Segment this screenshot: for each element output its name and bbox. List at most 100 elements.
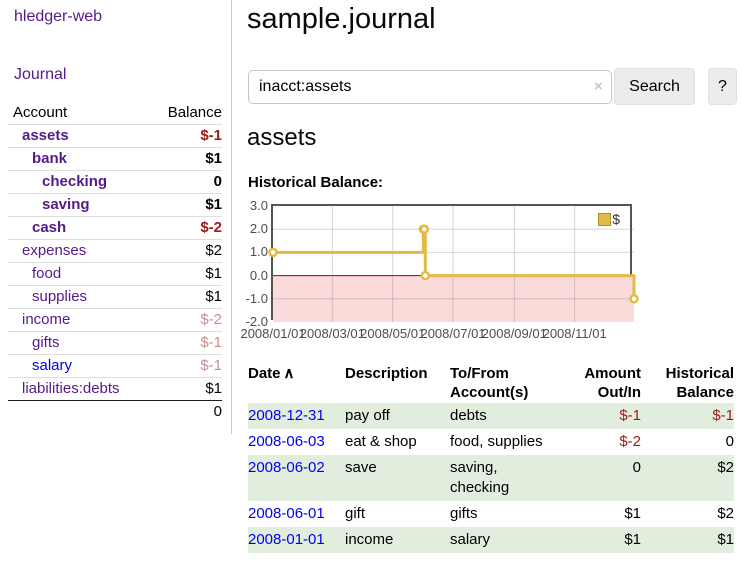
account-row: food $1 xyxy=(8,263,222,286)
account-row: saving $1 xyxy=(8,194,222,217)
search-form: × Search ? xyxy=(248,68,738,106)
account-row: liabilities:debts $1 xyxy=(8,378,222,401)
transaction-description: eat & shop xyxy=(345,429,450,455)
clear-search-icon[interactable]: × xyxy=(594,78,603,96)
transaction-date-link[interactable]: 2008-12-31 xyxy=(248,407,325,424)
account-link-checking[interactable]: checking xyxy=(42,173,107,190)
transaction-row: 2008-01-01 income salary $1 $1 xyxy=(248,527,734,553)
account-balance: $-2 xyxy=(148,217,222,240)
account-link-liabilities-debts[interactable]: liabilities:debts xyxy=(22,380,120,397)
nav-journal-link[interactable]: Journal xyxy=(14,66,66,84)
account-row: cash $-2 xyxy=(8,217,222,240)
register-header-balance: Historical Balance xyxy=(641,363,734,403)
transaction-row: 2008-06-02 save saving, checking 0 $2 xyxy=(248,455,734,501)
header-date-label: Date xyxy=(248,365,281,382)
transaction-balance: $2 xyxy=(641,455,734,501)
register-header-accounts: To/From Account(s) xyxy=(450,363,560,403)
account-balance: 0 xyxy=(148,171,222,194)
account-balance: $2 xyxy=(148,240,222,263)
transaction-accounts: salary xyxy=(450,527,560,553)
account-balance: $1 xyxy=(148,286,222,309)
account-row: supplies $1 xyxy=(8,286,222,309)
account-balance: $-1 xyxy=(148,355,222,378)
transaction-accounts: debts xyxy=(450,403,560,429)
transaction-amount: $-1 xyxy=(560,403,641,429)
accounts-balance-table: Account Balance assets $-1 bank $1 check… xyxy=(8,102,222,423)
account-balance: $1 xyxy=(148,378,222,401)
account-row: expenses $2 xyxy=(8,240,222,263)
account-link-assets[interactable]: assets xyxy=(22,127,69,144)
accounts-total-value: 0 xyxy=(148,401,222,424)
transaction-date-link[interactable]: 2008-06-03 xyxy=(248,433,325,450)
account-link-supplies[interactable]: supplies xyxy=(32,288,87,305)
account-link-income[interactable]: income xyxy=(22,311,70,328)
account-link-saving[interactable]: saving xyxy=(42,196,90,213)
account-link-cash[interactable]: cash xyxy=(32,219,66,236)
account-link-salary[interactable]: salary xyxy=(32,357,72,374)
register-header-amount: Amount Out/In xyxy=(560,363,641,403)
transaction-row: 2008-12-31 pay off debts $-1 $-1 xyxy=(248,403,734,429)
transaction-balance: 0 xyxy=(641,429,734,455)
chart-x-tick-label: 2008/11/01 xyxy=(543,326,607,341)
account-balance: $-1 xyxy=(148,125,222,148)
chart-x-tick-label: 2008/05/01 xyxy=(360,326,425,341)
transaction-description: pay off xyxy=(345,403,450,429)
account-row: salary $-1 xyxy=(8,355,222,378)
account-row: assets $-1 xyxy=(8,125,222,148)
account-balance: $1 xyxy=(148,194,222,217)
account-balance: $-1 xyxy=(148,332,222,355)
legend-label: $ xyxy=(612,211,620,227)
transaction-amount: 0 xyxy=(560,455,641,501)
account-link-food[interactable]: food xyxy=(32,265,61,282)
chart-y-tick-label: -1.0 xyxy=(228,291,268,307)
register-header-row: Date∧ Description To/From Account(s) Amo… xyxy=(248,363,734,403)
accounts-header-account: Account xyxy=(8,102,148,125)
transaction-description: income xyxy=(345,527,450,553)
transaction-description: save xyxy=(345,455,450,501)
transaction-balance: $2 xyxy=(641,501,734,527)
transaction-accounts: gifts xyxy=(450,501,560,527)
transaction-row: 2008-06-03 eat & shop food, supplies $-2… xyxy=(248,429,734,455)
chart-title: Historical Balance: xyxy=(248,174,383,191)
page-title: sample.journal xyxy=(247,3,436,36)
balance-line-chart xyxy=(273,206,634,322)
sort-ascending-icon: ∧ xyxy=(284,365,295,382)
transaction-date-link[interactable]: 2008-06-01 xyxy=(248,505,325,522)
accounts-header-row: Account Balance xyxy=(8,102,222,125)
account-balance: $-2 xyxy=(148,309,222,332)
transaction-balance: $-1 xyxy=(641,403,734,429)
chart-x-tick-label: 2008/01/01 xyxy=(240,326,305,341)
search-button[interactable]: Search xyxy=(614,68,695,105)
legend-swatch-icon xyxy=(598,213,611,226)
account-balance: $1 xyxy=(148,263,222,286)
transaction-date-link[interactable]: 2008-06-02 xyxy=(248,459,325,476)
chart-y-tick-label: 2.0 xyxy=(228,221,268,237)
account-row: gifts $-1 xyxy=(8,332,222,355)
transaction-balance: $1 xyxy=(641,527,734,553)
register-header-date[interactable]: Date∧ xyxy=(248,363,345,403)
page: { "app": { "title": "hledger-web" }, "co… xyxy=(0,0,742,582)
account-balance: $1 xyxy=(148,148,222,171)
transaction-date-link[interactable]: 2008-01-01 xyxy=(248,531,325,548)
chart-y-tick-label: 0.0 xyxy=(228,268,268,284)
chart-plot-area: $ xyxy=(271,204,632,320)
sidebar-divider xyxy=(231,0,232,434)
chart-legend: $ xyxy=(598,211,620,227)
chart-y-tick-label: 3.0 xyxy=(228,198,268,214)
help-button[interactable]: ? xyxy=(708,68,737,105)
search-input[interactable] xyxy=(248,70,612,104)
accounts-total-row: 0 xyxy=(8,401,222,424)
transaction-amount: $1 xyxy=(560,527,641,553)
account-heading: assets xyxy=(247,124,316,152)
accounts-header-balance: Balance xyxy=(148,102,222,125)
account-link-gifts[interactable]: gifts xyxy=(32,334,60,351)
chart-x-tick-label: 2008/03/01 xyxy=(300,326,365,341)
account-link-bank[interactable]: bank xyxy=(32,150,67,167)
transaction-amount: $1 xyxy=(560,501,641,527)
register-table: Date∧ Description To/From Account(s) Amo… xyxy=(248,363,734,553)
register-header-description: Description xyxy=(345,363,450,403)
chart-x-tick-label: 2008/07/01 xyxy=(420,326,485,341)
app-title-link[interactable]: hledger-web xyxy=(14,8,102,26)
account-row: checking 0 xyxy=(8,171,222,194)
account-link-expenses[interactable]: expenses xyxy=(22,242,86,259)
